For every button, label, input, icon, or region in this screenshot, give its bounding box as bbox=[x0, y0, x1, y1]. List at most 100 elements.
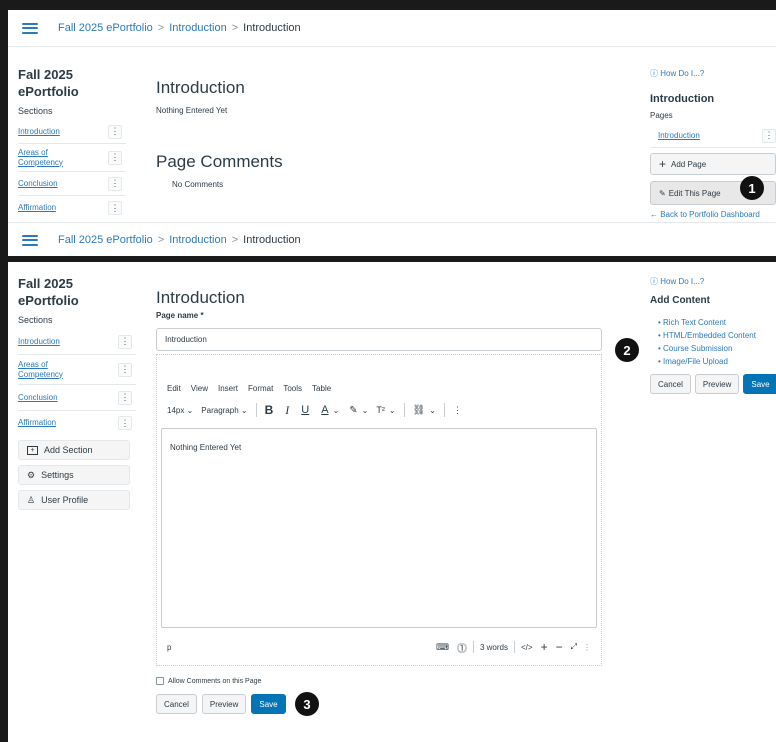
underline-icon[interactable]: U bbox=[301, 404, 309, 416]
add-content-sidebar: ⓘ How Do I...? Add Content • Rich Text C… bbox=[650, 276, 776, 394]
sidebar-item-introduction[interactable]: Introduction ⋮ bbox=[18, 120, 126, 144]
word-count[interactable]: 3 words bbox=[480, 643, 508, 652]
menu-table[interactable]: Table bbox=[312, 384, 331, 393]
menu-icon[interactable] bbox=[22, 22, 38, 34]
editor-content-area[interactable]: Nothing Entered Yet bbox=[161, 428, 597, 628]
more-options-icon[interactable]: ⋮ bbox=[453, 405, 462, 416]
preview-button[interactable]: Preview bbox=[694, 374, 740, 394]
sidebar-item-label[interactable]: Introduction bbox=[18, 337, 60, 347]
sidebar-item-label[interactable]: Areas of Competency bbox=[18, 148, 68, 168]
add-page-button[interactable]: + Add Page bbox=[650, 153, 776, 175]
save-button[interactable]: Save bbox=[251, 694, 286, 714]
more-options-icon[interactable]: ⋮ bbox=[108, 124, 122, 139]
save-button[interactable]: Save bbox=[743, 374, 776, 394]
accessibility-icon[interactable]: ⓵ bbox=[457, 640, 467, 655]
cancel-button[interactable]: Cancel bbox=[650, 374, 691, 394]
page-body: Nothing Entered Yet bbox=[156, 106, 228, 115]
italic-icon[interactable]: I bbox=[285, 403, 289, 418]
page-title: Introduction bbox=[156, 78, 245, 97]
add-content-option[interactable]: • HTML/Embedded Content bbox=[658, 329, 776, 342]
more-options-icon[interactable]: ⋮ bbox=[118, 390, 132, 405]
chevron-down-icon[interactable]: ⌄ bbox=[333, 406, 340, 415]
sidebar-item-affirmation[interactable]: Affirmation ⋮ bbox=[18, 196, 126, 220]
zoom-in-icon[interactable]: + bbox=[541, 640, 548, 654]
edit-mode-panel: Fall 2025 ePortfolio Sections Introducti… bbox=[8, 262, 776, 742]
superscript-icon[interactable]: T² bbox=[376, 405, 385, 415]
element-path[interactable]: p bbox=[167, 643, 171, 652]
sidebar-item-label[interactable]: Introduction bbox=[18, 127, 60, 137]
how-do-i-link[interactable]: ⓘ How Do I...? bbox=[650, 276, 776, 287]
sidebar-item-conclusion[interactable]: Conclusion ⋮ bbox=[18, 172, 126, 196]
menu-edit[interactable]: Edit bbox=[167, 384, 181, 393]
how-do-i-link[interactable]: ⓘ How Do I...? bbox=[650, 68, 776, 79]
menu-view[interactable]: View bbox=[191, 384, 208, 393]
allow-comments-label[interactable]: Allow Comments on this Page bbox=[168, 678, 261, 685]
editor-body-text: Nothing Entered Yet bbox=[170, 443, 242, 452]
menu-format[interactable]: Format bbox=[248, 384, 273, 393]
user-profile-button[interactable]: ♙ User Profile bbox=[18, 490, 130, 510]
add-section-button[interactable]: + Add Section bbox=[18, 440, 130, 460]
chevron-down-icon[interactable]: ⌄ bbox=[362, 406, 369, 415]
sidebar-item-label[interactable]: Affirmation bbox=[18, 418, 56, 428]
settings-button[interactable]: ⚙ Settings bbox=[18, 465, 130, 485]
sidebar-item-conclusion[interactable]: Conclusion ⋮ bbox=[18, 385, 136, 411]
more-options-icon[interactable]: ⋮ bbox=[118, 362, 132, 377]
add-content-option[interactable]: • Rich Text Content bbox=[658, 316, 776, 329]
menu-insert[interactable]: Insert bbox=[218, 384, 238, 393]
sidebar-item-introduction[interactable]: Introduction ⋮ bbox=[18, 329, 136, 355]
zoom-out-icon[interactable]: − bbox=[556, 640, 563, 654]
highlight-icon[interactable]: ✎ bbox=[349, 405, 357, 416]
sidebar-item-label[interactable]: Conclusion bbox=[18, 179, 58, 189]
block-format-select[interactable]: Paragraph ⌄ bbox=[201, 406, 247, 415]
fullscreen-icon[interactable]: ⤢ bbox=[571, 642, 577, 652]
form-actions: Cancel Preview Save bbox=[156, 694, 286, 714]
more-options-icon[interactable]: ⋮ bbox=[118, 334, 132, 349]
breadcrumb-separator: > bbox=[157, 234, 165, 246]
more-options-icon[interactable]: ⋮ bbox=[108, 150, 122, 165]
pages-item-introduction[interactable]: Introduction ⋮ bbox=[650, 124, 776, 148]
resize-handle-icon[interactable]: ⋮ bbox=[583, 643, 591, 652]
sections-label: Sections bbox=[18, 106, 53, 116]
menu-icon[interactable] bbox=[22, 234, 38, 246]
font-size-select[interactable]: 14px ⌄ bbox=[167, 406, 193, 415]
add-content-option[interactable]: • Course Submission bbox=[658, 342, 776, 355]
more-options-icon[interactable]: ⋮ bbox=[108, 201, 122, 215]
chevron-down-icon[interactable]: ⌄ bbox=[429, 406, 436, 415]
page-name-input[interactable]: Introduction bbox=[156, 328, 602, 351]
menu-tools[interactable]: Tools bbox=[283, 384, 302, 393]
sidebar-item-label[interactable]: Affirmation bbox=[18, 203, 56, 213]
allow-comments-row: Allow Comments on this Page bbox=[156, 677, 261, 685]
sidebar-item-label[interactable]: Areas of Competency bbox=[18, 360, 68, 380]
keyboard-icon[interactable]: ⌨ bbox=[436, 642, 449, 653]
cancel-button[interactable]: Cancel bbox=[156, 694, 197, 714]
more-options-icon[interactable]: ⋮ bbox=[762, 128, 776, 143]
bold-icon[interactable]: B bbox=[265, 403, 274, 417]
add-content-option[interactable]: • Image/File Upload bbox=[658, 355, 776, 368]
portfolio-title: ePortfolio bbox=[18, 293, 79, 308]
breadcrumb-section[interactable]: Introduction bbox=[169, 22, 226, 34]
more-options-icon[interactable]: ⋮ bbox=[108, 176, 122, 191]
sidebar-item-areas-of-competency[interactable]: Areas of Competency ⋮ bbox=[18, 144, 126, 172]
preview-button[interactable]: Preview bbox=[201, 694, 247, 714]
sidebar-item-affirmation[interactable]: Affirmation ⋮ bbox=[18, 411, 136, 435]
breadcrumb-portfolio[interactable]: Fall 2025 ePortfolio bbox=[58, 22, 153, 34]
portfolio-title: ePortfolio bbox=[18, 84, 79, 99]
view-mode-panel: Fall 2025 ePortfolio > Introduction > In… bbox=[8, 10, 776, 256]
gear-icon: ⚙ bbox=[27, 469, 36, 480]
html-editor-icon[interactable]: </> bbox=[521, 643, 533, 652]
breadcrumb-portfolio[interactable]: Fall 2025 ePortfolio bbox=[58, 234, 153, 246]
sidebar-item-areas-of-competency[interactable]: Areas of Competency ⋮ bbox=[18, 355, 136, 385]
more-options-icon[interactable]: ⋮ bbox=[118, 416, 132, 430]
allow-comments-checkbox[interactable] bbox=[156, 677, 164, 685]
breadcrumb-section[interactable]: Introduction bbox=[169, 234, 226, 246]
chevron-down-icon[interactable]: ⌄ bbox=[389, 406, 396, 415]
back-to-dashboard-link[interactable]: ← Back to Portfolio Dashboard bbox=[650, 210, 776, 219]
breadcrumb-page: Introduction bbox=[243, 234, 301, 246]
sidebar-item-label[interactable]: Conclusion bbox=[18, 393, 58, 403]
link-icon[interactable]: ⛓ bbox=[413, 405, 426, 416]
text-color-icon[interactable]: A bbox=[321, 404, 328, 416]
comments-title: Page Comments bbox=[156, 152, 283, 171]
pages-item-label[interactable]: Introduction bbox=[658, 131, 700, 141]
comments-empty: No Comments bbox=[172, 180, 224, 189]
user-icon: ♙ bbox=[27, 494, 36, 505]
